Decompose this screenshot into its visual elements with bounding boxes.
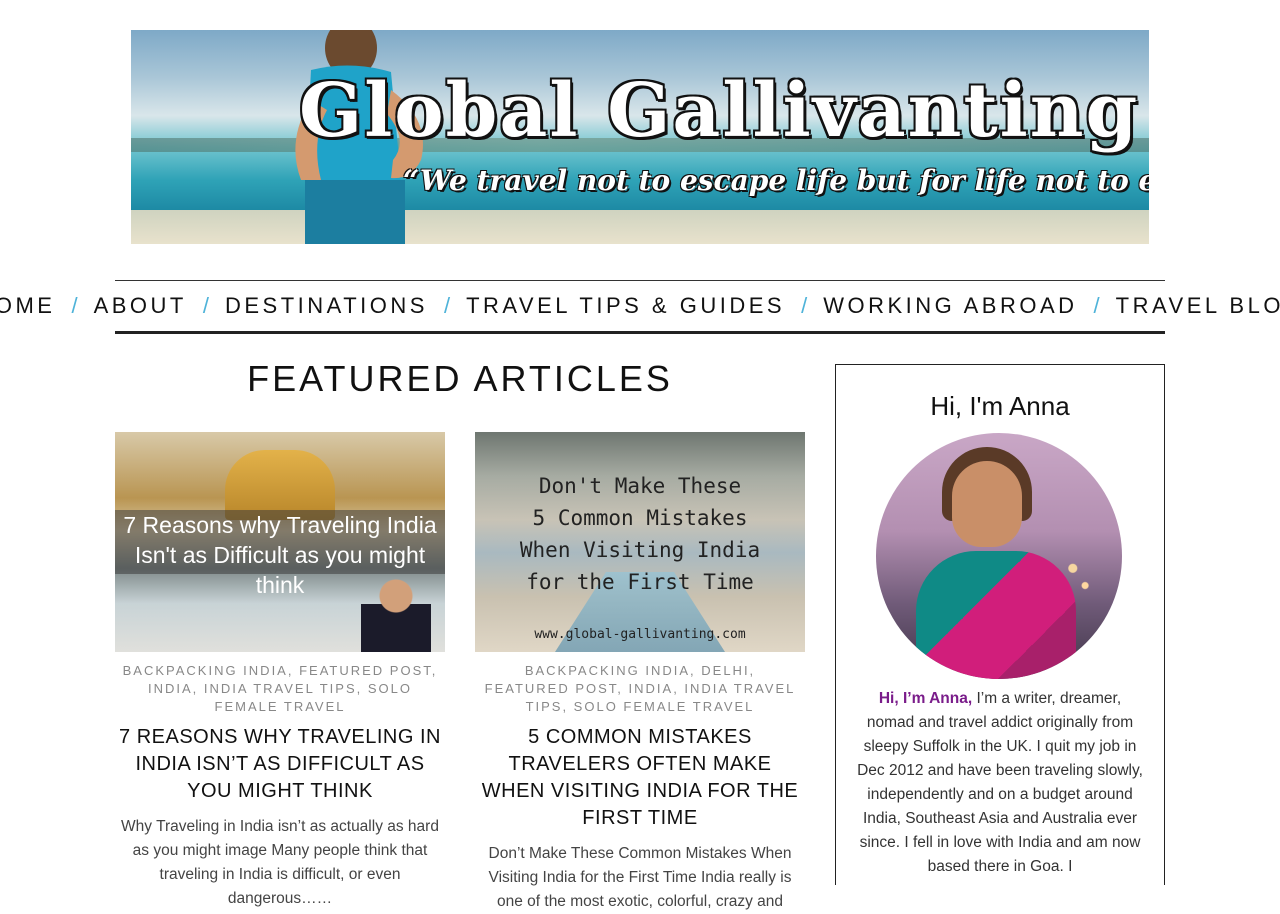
- about-sidebar-widget: Hi, I'm Anna Hi, I’m Anna, I’m a writer,…: [835, 364, 1165, 885]
- post-categories[interactable]: BACKPACKING INDIA, FEATURED POST, INDIA,…: [115, 662, 445, 716]
- post-thumbnail[interactable]: 7 Reasons why Traveling India Isn't as D…: [115, 432, 445, 652]
- nav-separator: /: [202, 293, 209, 318]
- nav-working-abroad[interactable]: WORKING ABROAD: [823, 293, 1077, 319]
- post-title-link[interactable]: 7 REASONS WHY TRAVELING IN INDIA ISN’T A…: [115, 724, 445, 805]
- header-banner[interactable]: Global Gallivanting “We travel not to es…: [131, 30, 1149, 244]
- post-excerpt: Don’t Make These Common Mistakes When Vi…: [488, 845, 792, 910]
- featured-post-card: 7 Reasons why Traveling India Isn't as D…: [115, 432, 445, 911]
- nav-about[interactable]: ABOUT: [94, 293, 187, 319]
- nav-separator: /: [71, 293, 78, 318]
- category-links[interactable]: BACKPACKING INDIA, FEATURED POST, INDIA,…: [123, 663, 438, 714]
- site-title: Global Gallivanting: [299, 68, 1140, 154]
- post-title-link[interactable]: 5 COMMON MISTAKES TRAVELERS OFTEN MAKE W…: [475, 724, 805, 832]
- nav-travel-blog[interactable]: TRAVEL BLOG: [1116, 293, 1280, 319]
- category-links[interactable]: BACKPACKING INDIA, DELHI, FEATURED POST,…: [485, 663, 796, 714]
- nav-separator: /: [443, 293, 451, 318]
- nav-destinations[interactable]: DESTINATIONS: [225, 293, 428, 319]
- post-excerpt: Why Traveling in India isn’t as actually…: [121, 818, 439, 907]
- nav-separator: /: [801, 293, 808, 318]
- woman-graphic: [361, 572, 431, 652]
- avatar[interactable]: [876, 433, 1122, 679]
- sidebar-heading: Hi, I'm Anna: [930, 391, 1070, 421]
- nav-separator: /: [1093, 293, 1100, 318]
- post-categories[interactable]: BACKPACKING INDIA, DELHI, FEATURED POST,…: [475, 662, 805, 716]
- main-nav: HOME / ABOUT / DESTINATIONS / TRAVEL TIP…: [0, 280, 1280, 334]
- post-thumbnail[interactable]: Don't Make These 5 Common Mistakes When …: [475, 432, 805, 652]
- author-bio: Hi, I’m Anna, I’m a writer, dreamer, nom…: [856, 687, 1144, 879]
- featured-post-card: Don't Make These 5 Common Mistakes When …: [475, 432, 805, 914]
- nav-home[interactable]: HOME: [0, 293, 55, 319]
- thumbnail-url-text: www.global-gallivanting.com: [534, 627, 746, 642]
- thumbnail-caption: Don't Make These 5 Common Mistakes When …: [519, 474, 761, 594]
- avatar-frame: [876, 427, 1124, 679]
- bio-greeting: Hi, I’m Anna,: [878, 690, 973, 707]
- nav-travel-tips-guides[interactable]: TRAVEL TIPS & GUIDES: [466, 293, 785, 319]
- site-tagline: “We travel not to escape life but for li…: [403, 164, 1149, 197]
- avatar-face-graphic: [952, 461, 1022, 547]
- avatar-sari-graphic: [916, 551, 1076, 679]
- featured-heading: FEATURED ARTICLES: [247, 358, 673, 399]
- bio-text: I’m a writer, dreamer, nomad and travel …: [857, 690, 1143, 875]
